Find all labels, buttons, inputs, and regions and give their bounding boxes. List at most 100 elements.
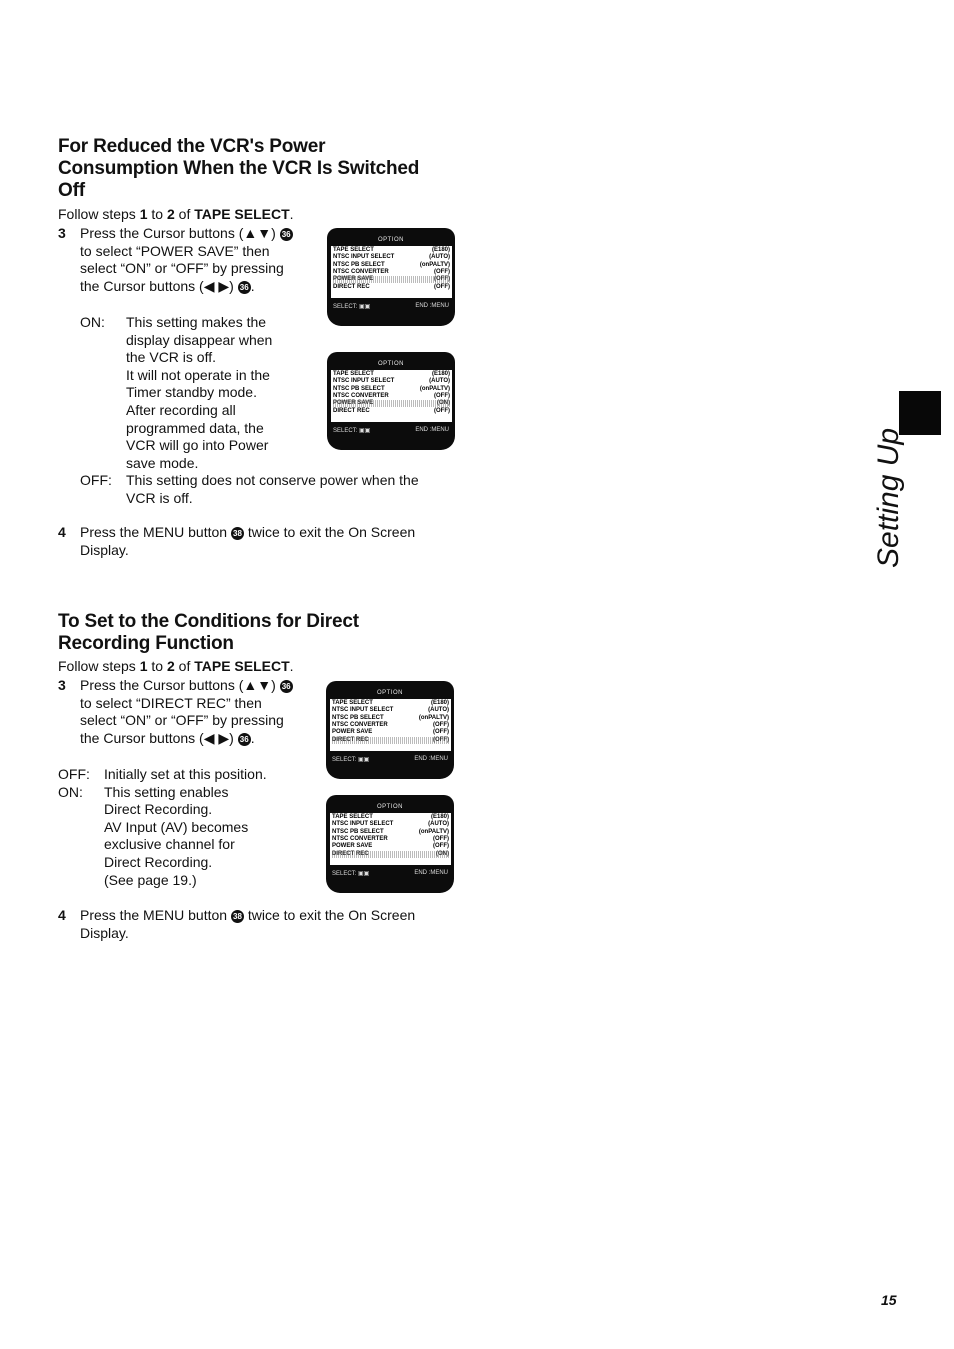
osd-menu-row: TAPE SELECT (E180) (333, 247, 450, 254)
osd-row-label: TAPE SELECT (333, 247, 374, 253)
osd-row-value: (E180) (430, 814, 449, 820)
osd-row-value: (OFF) (433, 736, 449, 743)
osd-row-value: (OFF) (434, 407, 450, 414)
osd-menu-row: NTSC PB SELECT (onPALTV) (333, 262, 450, 269)
osd-screen: OPTION TAPE SELECT (E180) NTSC INPUT SELECT… (327, 228, 455, 326)
osd-row-label: NTSC CONVERTER (333, 268, 389, 275)
osd-title: OPTION (377, 237, 404, 243)
section1-follow-steps: Follow steps 1 to 2 of TAPE SELECT. (58, 206, 294, 222)
osd-row-value: (OFF) (434, 268, 450, 275)
osd-footer-end: END :MENU (414, 870, 448, 876)
osd-row-label: NTSC PB SELECT (333, 261, 385, 268)
osd-menu-row: NTSC CONVERTER (OFF) (333, 393, 450, 400)
side-tab-label: Setting Up (872, 427, 905, 568)
osd-row-label: NTSC CONVERTER (332, 835, 388, 842)
osd-menu-panel: TAPE SELECT (E180) NTSC INPUT SELECT (AUTO)… (331, 370, 452, 422)
button-ref-icon: 36 (237, 280, 251, 294)
osd-menu-row: DIRECT REC (OFF) (332, 736, 449, 744)
osd-menu-row: NTSC PB SELECT (onPALTV) (332, 829, 449, 836)
osd-row-value: (ON) (437, 400, 450, 407)
osd-footer: SELECT: ▣▣ END :MENU (333, 427, 449, 434)
osd-row-value: (OFF) (433, 835, 449, 842)
osd-menu-row: NTSC INPUT SELECT (AUTO) (333, 378, 450, 385)
osd-menu-row: NTSC CONVERTER (OFF) (332, 722, 449, 729)
osd-footer-select: SELECT: ▣▣ (333, 304, 371, 310)
osd-screen: OPTION TAPE SELECT (E180) NTSC INPUT SELECT… (327, 352, 455, 450)
osd-row-label: TAPE SELECT (332, 700, 373, 706)
osd-row-value: (E180) (430, 700, 449, 706)
osd-row-label: POWER SAVE (332, 729, 373, 736)
page-number: 15 (881, 1292, 897, 1308)
osd-menu-row: NTSC CONVERTER (OFF) (332, 836, 449, 843)
osd-row-label: TAPE SELECT (333, 371, 374, 377)
osd-row-label: NTSC INPUT SELECT (332, 707, 394, 714)
osd-footer: SELECT: ▣▣ END :MENU (332, 870, 448, 877)
osd-row-label: DIRECT REC (333, 407, 370, 414)
osd-menu-row: TAPE SELECT (E180) (332, 814, 449, 821)
menu-button-ref-icon: 38 (230, 527, 244, 540)
osd-menu-panel: TAPE SELECT (E180) NTSC INPUT SELECT (AUTO)… (330, 813, 451, 865)
osd-menu-row: NTSC PB SELECT (onPALTV) (333, 386, 450, 393)
osd-row-value: (OFF) (434, 276, 450, 283)
osd-row-label: NTSC PB SELECT (332, 714, 384, 721)
osd-footer: SELECT: ▣▣ END :MENU (333, 303, 449, 310)
osd-menu-row: NTSC CONVERTER (OFF) (333, 269, 450, 276)
osd-title: OPTION (376, 804, 403, 810)
osd-menu-row: TAPE SELECT (E180) (333, 371, 450, 378)
osd-row-value: (AUTO) (428, 707, 449, 714)
section2-heading: To Set to the Conditions for Direct Reco… (58, 611, 359, 654)
osd-row-value: (OFF) (434, 283, 450, 290)
osd-row-label: NTSC INPUT SELECT (333, 378, 395, 385)
osd-menu-row: POWER SAVE (ON) (333, 400, 450, 408)
osd-menu-row: NTSC INPUT SELECT (AUTO) (333, 254, 450, 261)
osd-menu-row: DIRECT REC (OFF) (333, 284, 450, 291)
osd-row-label: POWER SAVE (333, 400, 374, 407)
osd-menu-panel: TAPE SELECT (E180) NTSC INPUT SELECT (AUTO)… (331, 246, 452, 298)
osd-menu-row: DIRECT REC (OFF) (333, 408, 450, 415)
osd-footer-end: END :MENU (415, 303, 449, 309)
osd-menu-row: POWER SAVE (OFF) (332, 729, 449, 736)
osd-row-value: (OFF) (434, 392, 450, 399)
osd-row-value: (onPALTV) (418, 714, 449, 721)
osd-footer-select: SELECT: ▣▣ (332, 757, 370, 763)
section1-step3: 3 Press the Cursor buttons (▲▼) 36 to sel… (58, 225, 308, 295)
osd-menu-row: POWER SAVE (OFF) (332, 843, 449, 850)
osd-row-value: (OFF) (433, 721, 449, 728)
osd-title: OPTION (377, 361, 404, 367)
osd-menu-row: POWER SAVE (OFF) (333, 276, 450, 284)
osd-row-value: (E180) (431, 371, 450, 377)
osd-menu-panel: TAPE SELECT (E180) NTSC INPUT SELECT (AUTO)… (330, 699, 451, 751)
section2-follow-steps: Follow steps 1 to 2 of TAPE SELECT. (58, 658, 294, 674)
osd-row-label: NTSC INPUT SELECT (332, 821, 394, 828)
section-tab-marker (899, 391, 941, 435)
menu-button-ref-icon: 38 (230, 910, 244, 923)
osd-menu-row: TAPE SELECT (E180) (332, 700, 449, 707)
section2-options-desc: OFF: Initially set at this position. ON:… (58, 766, 267, 888)
osd-row-label: NTSC CONVERTER (333, 392, 389, 399)
osd-row-label: NTSC INPUT SELECT (333, 254, 395, 261)
osd-row-value: (E180) (431, 247, 450, 253)
osd-menu-row: NTSC INPUT SELECT (AUTO) (332, 707, 449, 714)
osd-menu-row: NTSC PB SELECT (onPALTV) (332, 715, 449, 722)
osd-row-label: DIRECT REC (332, 736, 369, 743)
button-ref-icon: 36 (279, 680, 293, 693)
osd-screen: OPTION TAPE SELECT (E180) NTSC INPUT SELECT… (326, 795, 454, 893)
osd-title: OPTION (376, 690, 403, 696)
osd-row-value: (AUTO) (429, 254, 450, 261)
osd-screen: OPTION TAPE SELECT (E180) NTSC INPUT SELECT… (326, 681, 454, 779)
osd-row-label: DIRECT REC (333, 283, 370, 290)
osd-row-label: NTSC CONVERTER (332, 721, 388, 728)
osd-row-value: (onPALTV) (419, 261, 450, 268)
osd-menu-row: DIRECT REC (ON) (332, 850, 449, 858)
osd-row-value: (onPALTV) (418, 828, 449, 835)
button-ref-icon: 36 (237, 732, 251, 746)
osd-row-label: NTSC PB SELECT (332, 828, 384, 835)
section1-heading: For Reduced the VCR's Power Consumption … (58, 136, 420, 201)
osd-row-value: (onPALTV) (419, 385, 450, 392)
osd-footer: SELECT: ▣▣ END :MENU (332, 756, 448, 763)
osd-row-value: (AUTO) (428, 821, 449, 828)
osd-menu-row: NTSC INPUT SELECT (AUTO) (332, 821, 449, 828)
button-ref-icon: 36 (279, 228, 293, 241)
osd-footer-select: SELECT: ▣▣ (333, 428, 371, 434)
osd-row-value: (ON) (436, 850, 449, 857)
